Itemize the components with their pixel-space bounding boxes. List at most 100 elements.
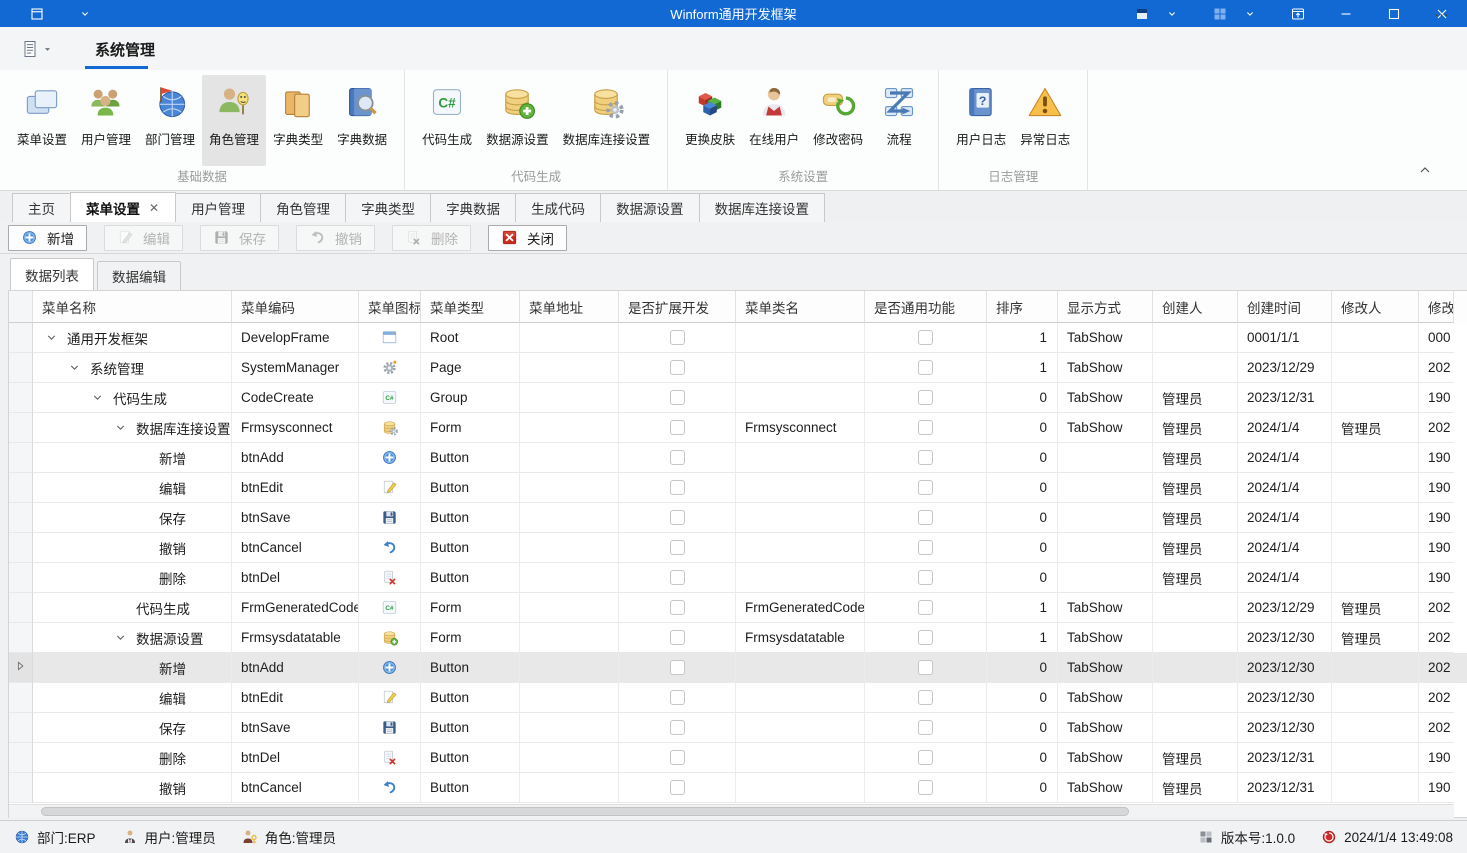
modifier-cell[interactable]: 管理员	[1332, 413, 1419, 443]
menu-class-cell[interactable]	[736, 503, 865, 533]
menu-name-cell[interactable]: 代码生成	[33, 383, 232, 413]
checkbox-unchecked[interactable]	[670, 570, 685, 585]
menu-type-cell[interactable]: Group	[421, 383, 520, 413]
checkbox-unchecked[interactable]	[918, 330, 933, 345]
checkbox-unchecked[interactable]	[670, 690, 685, 705]
create-time-cell[interactable]: 2023/12/30	[1238, 623, 1332, 653]
menu-icon-cell[interactable]	[359, 683, 421, 713]
display-mode-cell[interactable]	[1058, 473, 1153, 503]
checkbox-unchecked[interactable]	[918, 450, 933, 465]
menu-name-cell[interactable]: 撤销	[33, 773, 232, 803]
column-header[interactable]: 创建时间	[1238, 291, 1332, 323]
create-time-cell[interactable]: 2024/1/4	[1238, 563, 1332, 593]
menu-type-cell[interactable]: Button	[421, 743, 520, 773]
menu-class-cell[interactable]	[736, 713, 865, 743]
common-func-cell[interactable]	[865, 443, 987, 473]
menu-name-cell[interactable]: 数据源设置	[33, 623, 232, 653]
table-row[interactable]: 撤销btnCancelButton0管理员2024/1/4190	[9, 533, 1467, 563]
modifier-cell[interactable]: 管理员	[1332, 593, 1419, 623]
menu-class-cell[interactable]	[736, 383, 865, 413]
menu-name-cell[interactable]: 数据库连接设置	[33, 413, 232, 443]
table-row[interactable]: 撤销btnCancelButton0TabShow管理员2023/12/3119…	[9, 773, 1467, 803]
common-func-cell[interactable]	[865, 383, 987, 413]
menu-type-cell[interactable]: Page	[421, 353, 520, 383]
column-header[interactable]: 显示方式	[1058, 291, 1153, 323]
creator-cell[interactable]: 管理员	[1153, 773, 1238, 803]
palette-grid-icon[interactable]	[1205, 0, 1235, 27]
menu-icon-cell[interactable]	[359, 323, 421, 353]
menu-code-cell[interactable]: btnAdd	[232, 443, 359, 473]
menu-address-cell[interactable]	[520, 533, 619, 563]
menu-type-cell[interactable]: Form	[421, 593, 520, 623]
menu-icon-cell[interactable]	[359, 533, 421, 563]
modify-time-cell[interactable]: 190	[1419, 743, 1454, 773]
document-tab[interactable]: 主页	[12, 193, 71, 222]
table-row[interactable]: 代码生成CodeCreateC#Group0TabShow管理员2023/12/…	[9, 383, 1467, 413]
ribbon-item-log-book[interactable]: ?用户日志	[949, 75, 1013, 166]
creator-cell[interactable]	[1153, 653, 1238, 683]
extend-dev-cell[interactable]	[619, 563, 736, 593]
display-mode-cell[interactable]: TabShow	[1058, 323, 1153, 353]
menu-name-cell[interactable]: 编辑	[33, 683, 232, 713]
close-tab-icon[interactable]: ✕	[148, 201, 160, 215]
creator-cell[interactable]: 管理员	[1153, 443, 1238, 473]
menu-address-cell[interactable]	[520, 353, 619, 383]
display-mode-cell[interactable]: TabShow	[1058, 593, 1153, 623]
checkbox-unchecked[interactable]	[670, 660, 685, 675]
menu-type-cell[interactable]: Form	[421, 623, 520, 653]
menu-class-cell[interactable]	[736, 743, 865, 773]
menu-address-cell[interactable]	[520, 563, 619, 593]
expand-chevron-icon[interactable]	[68, 361, 90, 375]
creator-cell[interactable]: 管理员	[1153, 413, 1238, 443]
view-tab[interactable]: 数据编辑	[97, 261, 181, 290]
display-mode-cell[interactable]	[1058, 533, 1153, 563]
tab-overflow-button[interactable]: …	[1429, 3, 1455, 25]
menu-icon-cell[interactable]	[359, 413, 421, 443]
menu-address-cell[interactable]	[520, 383, 619, 413]
menu-icon-cell[interactable]	[359, 743, 421, 773]
create-time-cell[interactable]: 2024/1/4	[1238, 473, 1332, 503]
order-cell[interactable]: 0	[987, 713, 1058, 743]
menu-name-cell[interactable]: 撤销	[33, 533, 232, 563]
create-time-cell[interactable]: 2023/12/29	[1238, 593, 1332, 623]
modifier-cell[interactable]: 管理员	[1332, 623, 1419, 653]
creator-cell[interactable]: 管理员	[1153, 503, 1238, 533]
menu-class-cell[interactable]	[736, 323, 865, 353]
column-header[interactable]: 创建人	[1153, 291, 1238, 323]
ribbon-item-books[interactable]: 字典类型	[266, 75, 330, 166]
menu-name-cell[interactable]: 通用开发框架	[33, 323, 232, 353]
common-func-cell[interactable]	[865, 503, 987, 533]
extend-dev-cell[interactable]	[619, 683, 736, 713]
checkbox-unchecked[interactable]	[670, 480, 685, 495]
modifier-cell[interactable]	[1332, 653, 1419, 683]
menu-class-cell[interactable]	[736, 563, 865, 593]
common-func-cell[interactable]	[865, 713, 987, 743]
menu-type-cell[interactable]: Root	[421, 323, 520, 353]
modify-time-cell[interactable]: 202	[1419, 593, 1454, 623]
table-row[interactable]: 数据库连接设置FrmsysconnectFormFrmsysconnect0Ta…	[9, 413, 1467, 443]
common-func-cell[interactable]	[865, 653, 987, 683]
document-tab[interactable]: 数据源设置	[600, 193, 700, 222]
menu-class-cell[interactable]	[736, 443, 865, 473]
menu-name-cell[interactable]: 代码生成	[33, 593, 232, 623]
order-cell[interactable]: 0	[987, 563, 1058, 593]
checkbox-unchecked[interactable]	[918, 630, 933, 645]
menu-code-cell[interactable]: btnDel	[232, 563, 359, 593]
menu-icon-cell[interactable]	[359, 563, 421, 593]
creator-cell[interactable]: 管理员	[1153, 743, 1238, 773]
extend-dev-cell[interactable]	[619, 593, 736, 623]
order-cell[interactable]: 0	[987, 743, 1058, 773]
menu-name-cell[interactable]: 保存	[33, 503, 232, 533]
column-header[interactable]: 菜单类型	[421, 291, 520, 323]
modify-time-cell[interactable]: 190	[1419, 383, 1454, 413]
ribbon-item-folder[interactable]: 菜单设置	[10, 75, 74, 166]
order-cell[interactable]: 0	[987, 443, 1058, 473]
display-mode-cell[interactable]: TabShow	[1058, 623, 1153, 653]
modifier-cell[interactable]	[1332, 773, 1419, 803]
extend-dev-cell[interactable]	[619, 353, 736, 383]
column-header[interactable]: 菜单名称	[33, 291, 232, 323]
create-time-cell[interactable]: 2023/12/31	[1238, 743, 1332, 773]
menu-code-cell[interactable]: btnSave	[232, 713, 359, 743]
ribbon-item-db-gear[interactable]: 数据库连接设置	[556, 75, 658, 166]
modifier-cell[interactable]	[1332, 353, 1419, 383]
